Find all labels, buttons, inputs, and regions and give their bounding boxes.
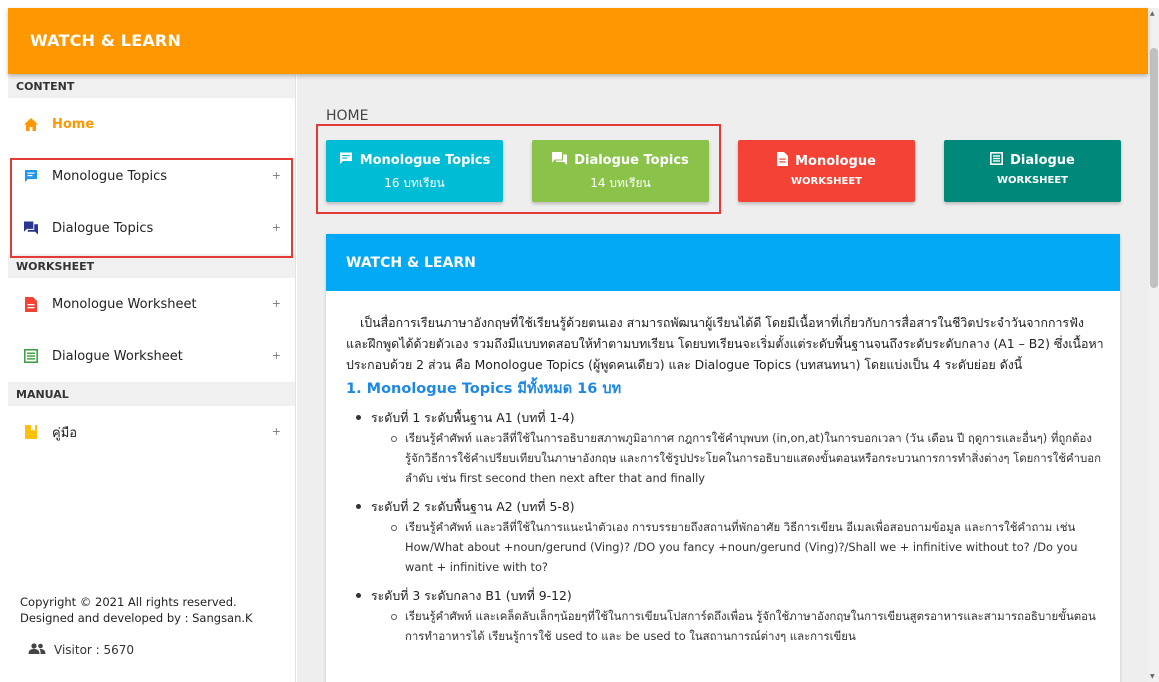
top-app-bar: WATCH & LEARN (8, 8, 1148, 74)
sidebar: CONTENT Home Monologue Topics + Dialogue… (8, 74, 296, 682)
tile-title: Dialogue Topics (574, 153, 689, 168)
tile-title: Monologue Topics (359, 153, 491, 168)
scroll-up-icon[interactable]: ▲ (1150, 10, 1155, 17)
level-title: ระดับที่ 3 ระดับกลาง B1 (บทที่ 9-12) (371, 588, 572, 603)
sidebar-item-label: Monologue Topics (52, 168, 168, 184)
tile-subtitle: 16 บทเรียน (384, 176, 445, 190)
sidebar-item-label: Dialogue Worksheet (52, 348, 183, 364)
visitor-counter: Visitor : 5670 (28, 642, 253, 658)
sidebar-item-manual[interactable]: คู่มือ + (8, 406, 295, 458)
sidebar-item-monologue-topics[interactable]: Monologue Topics + (8, 150, 295, 202)
list-item: ระดับที่ 2 ระดับพื้นฐาน A2 (บทที่ 5-8) เ… (356, 496, 1104, 577)
info-card: WATCH & LEARN เป็นสื่อการเรียนภาษาอังกฤษ… (326, 234, 1120, 682)
expand-plus-icon[interactable]: + (272, 221, 281, 234)
sidebar-item-dialogue-topics[interactable]: Dialogue Topics + (8, 202, 295, 254)
document-icon (777, 152, 795, 170)
monologue-chat-icon (24, 169, 38, 183)
list-document-icon (990, 152, 1010, 169)
sidebar-item-label: คู่มือ (52, 425, 78, 441)
people-icon (28, 642, 54, 658)
sidebar-item-label: Monologue Worksheet (52, 296, 197, 312)
level-title: ระดับที่ 1 ระดับพื้นฐาน A1 (บทที่ 1-4) (371, 410, 575, 425)
level-detail: เรียนรู้คำศัพท์ และวลีที่ใช้ในการอธิบายส… (391, 428, 1104, 488)
copyright-text: Copyright © 2021 All rights reserved. (20, 595, 237, 609)
app-brand[interactable]: WATCH & LEARN (30, 31, 181, 50)
sidebar-item-dialogue-worksheet[interactable]: Dialogue Worksheet + (8, 330, 295, 382)
sidebar-section-content: CONTENT (8, 74, 295, 98)
chat-icon (339, 152, 360, 169)
level-title: ระดับที่ 2 ระดับพื้นฐาน A2 (บทที่ 5-8) (371, 499, 575, 514)
sidebar-section-worksheet: WORKSHEET (8, 254, 295, 278)
sidebar-item-home[interactable]: Home (8, 98, 295, 150)
expand-plus-icon[interactable]: + (272, 349, 281, 362)
tile-title: Monologue (795, 153, 876, 169)
tile-dialogue-topics[interactable]: Dialogue Topics 14 บทเรียน (532, 140, 709, 202)
main-content: HOME Monologue Topics 16 บทเรียน Dialogu… (297, 74, 1149, 682)
card-title: WATCH & LEARN (326, 234, 1120, 291)
document-icon (24, 296, 38, 312)
tile-subtitle: 14 บทเรียน (590, 176, 651, 190)
bullet-icon (356, 593, 361, 598)
page-title: HOME (326, 108, 369, 124)
tile-subtitle: WORKSHEET (790, 176, 863, 187)
level-detail: เรียนรู้คำศัพท์ และวลีที่ใช้ในการแนะนำตั… (391, 517, 1104, 577)
scrollbar-thumb[interactable] (1150, 48, 1158, 288)
expand-plus-icon[interactable]: + (272, 297, 281, 310)
bookmark-icon (24, 425, 38, 439)
sidebar-footer: Copyright © 2021 All rights reserved. De… (20, 594, 253, 658)
intro-paragraph: เป็นสื่อการเรียนภาษาอังกฤษที่ใช้เรียนรู้… (346, 315, 1104, 372)
tile-monologue-topics[interactable]: Monologue Topics 16 บทเรียน (326, 140, 503, 202)
credit-text: Designed and developed by : Sangsan.K (20, 611, 253, 625)
bullet-icon (356, 415, 361, 420)
level-detail: เรียนรู้คำศัพท์ และเคล็ดลับเล็กๆน้อยๆที่… (391, 606, 1104, 646)
sidebar-item-label: Home (52, 116, 95, 132)
visitor-count: Visitor : 5670 (54, 643, 135, 657)
expand-plus-icon[interactable]: + (272, 169, 281, 182)
bullet-icon (356, 504, 361, 509)
list-item: ระดับที่ 1 ระดับพื้นฐาน A1 (บทที่ 1-4) เ… (356, 407, 1104, 488)
tile-monologue-worksheet[interactable]: Monologue WORKSHEET (738, 140, 915, 202)
expand-plus-icon[interactable]: + (272, 425, 281, 438)
list-item: ระดับที่ 3 ระดับกลาง B1 (บทที่ 9-12) เรี… (356, 585, 1104, 646)
tile-dialogue-worksheet[interactable]: Dialogue WORKSHEET (944, 140, 1121, 202)
tile-subtitle: WORKSHEET (996, 175, 1069, 186)
sidebar-item-monologue-worksheet[interactable]: Monologue Worksheet + (8, 278, 295, 330)
scroll-down-icon[interactable]: ▼ (1150, 673, 1155, 680)
list-document-icon (24, 349, 38, 363)
home-icon (24, 117, 38, 131)
section-heading: 1. Monologue Topics มีทั้งหมด 16 บท (346, 381, 622, 397)
sidebar-item-label: Dialogue Topics (52, 220, 154, 236)
page-scrollbar[interactable]: ▲ ▼ (1149, 8, 1159, 682)
dialogue-icon (552, 152, 574, 169)
dialogue-chat-icon (24, 221, 38, 235)
tile-title: Dialogue (1010, 153, 1075, 168)
sidebar-section-manual: MANUAL (8, 382, 295, 406)
